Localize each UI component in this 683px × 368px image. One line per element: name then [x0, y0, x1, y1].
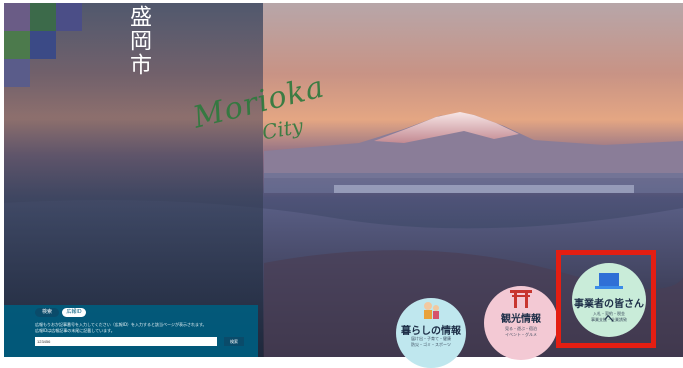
search-description-line-2: 広報IDは広報記事の末尾に記載しています。	[35, 328, 115, 333]
family-icon	[424, 302, 439, 319]
tab-search[interactable]: 検索	[35, 308, 59, 317]
search-input[interactable]	[35, 337, 217, 346]
koho-id-search: 検索 広報ID 広報もりおか記事番号を入力してください（広報ID）を入力すると該…	[4, 305, 258, 357]
tab-koho-id[interactable]: 広報ID	[62, 308, 86, 317]
city-info-panel: 盛岡市	[4, 3, 263, 357]
card-lifestyle-subtitle-2: 防災・ゴミ・スポーツ	[411, 342, 451, 347]
search-description: 広報もりおか記事番号を入力してください（広報ID）を入力すると該当ページが表示さ…	[35, 322, 235, 334]
city-name-kanji: 盛岡市	[126, 5, 151, 77]
pattern-decoration	[4, 3, 82, 89]
card-tourism-title: 観光情報	[501, 314, 541, 325]
card-tourism-subtitle-2: イベント・グルメ	[505, 332, 537, 337]
card-tourism[interactable]: 観光情報 見る・遊ぶ・宿泊 イベント・グルメ	[484, 286, 558, 360]
torii-gate-icon	[510, 290, 532, 308]
card-lifestyle[interactable]: 暮らしの情報 届け出・子育て・健康 防災・ゴミ・スポーツ	[396, 298, 466, 368]
highlight-box	[556, 250, 656, 348]
search-button[interactable]: 検索	[224, 337, 244, 346]
card-lifestyle-title: 暮らしの情報	[401, 326, 461, 337]
